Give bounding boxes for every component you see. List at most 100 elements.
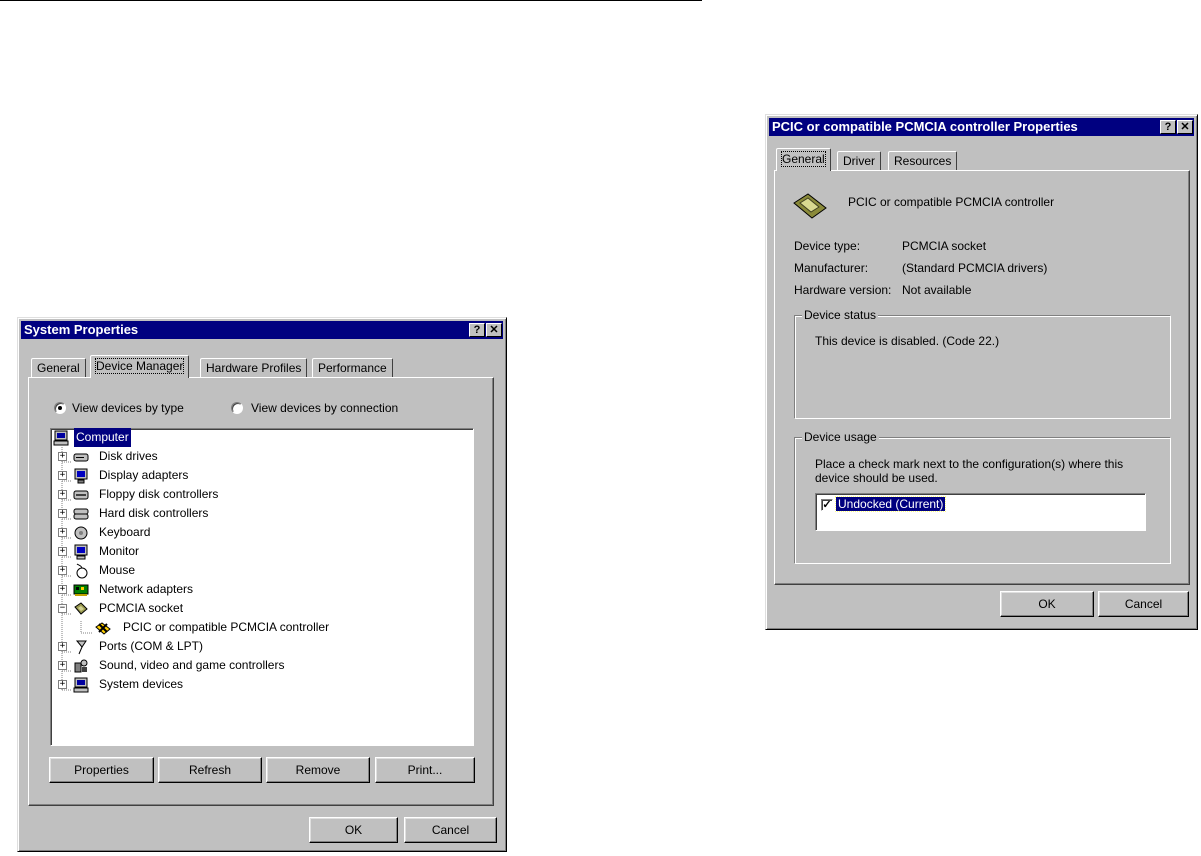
top-rule bbox=[0, 0, 702, 1]
device-usage-title: Device usage bbox=[802, 430, 879, 444]
expand-icon[interactable]: + bbox=[58, 471, 67, 480]
close-button[interactable]: ✕ bbox=[1177, 120, 1193, 134]
tree-item-ports[interactable]: + Ports (COM & LPT) bbox=[51, 637, 451, 656]
expand-icon[interactable]: + bbox=[58, 585, 67, 594]
manufacturer-value: (Standard PCMCIA drivers) bbox=[902, 261, 1048, 275]
device-status-title: Device status bbox=[802, 308, 879, 322]
manufacturer-label: Manufacturer: bbox=[794, 261, 869, 275]
tree-item-label: Disk drives bbox=[99, 449, 158, 463]
expand-icon[interactable]: + bbox=[58, 642, 67, 651]
pcic-properties-dialog: PCIC or compatible PCMCIA controller Pro… bbox=[765, 114, 1198, 630]
device-usage-group: Device usage Place a check mark next to … bbox=[794, 430, 1171, 564]
network-adapter-icon bbox=[73, 584, 89, 596]
tree-item-network-adapters[interactable]: + Network adapters bbox=[51, 580, 451, 599]
tree-item-label: Sound, video and game controllers bbox=[99, 658, 285, 672]
expand-icon[interactable]: + bbox=[58, 528, 67, 537]
help-button[interactable]: ? bbox=[469, 323, 485, 337]
tree-item-hard-disk-controllers[interactable]: + Hard disk controllers bbox=[51, 504, 451, 523]
tree-item-label: Keyboard bbox=[99, 525, 151, 539]
device-tree[interactable]: Computer + Disk drives + Display adapter… bbox=[50, 428, 474, 746]
tree-item-mouse[interactable]: + Mouse bbox=[51, 561, 451, 580]
tree-item-label: Hard disk controllers bbox=[99, 506, 209, 520]
close-button[interactable]: ✕ bbox=[486, 323, 502, 337]
tree-item-label: PCIC or compatible PCMCIA controller bbox=[123, 620, 330, 634]
view-by-type-label[interactable]: View devices by type bbox=[72, 401, 184, 415]
expand-icon[interactable]: + bbox=[58, 566, 67, 575]
tree-item-label: PCMCIA socket bbox=[99, 601, 184, 615]
dialog-title: System Properties bbox=[24, 322, 139, 337]
collapse-icon[interactable]: − bbox=[58, 604, 67, 613]
tree-item-floppy-controllers[interactable]: + Floppy disk controllers bbox=[51, 485, 451, 504]
tree-item-pcmcia-socket[interactable]: − PCMCIA socket bbox=[51, 599, 451, 618]
view-by-connection-radio[interactable] bbox=[231, 402, 243, 414]
system-properties-dialog: System Properties ? ✕ General Device Man… bbox=[17, 317, 507, 852]
tab-general[interactable]: General bbox=[31, 358, 86, 378]
tree-item-pcic-controller[interactable]: PCIC or compatible PCMCIA controller bbox=[51, 618, 471, 637]
tree-item-label: Network adapters bbox=[99, 582, 194, 596]
undocked-checkbox[interactable]: ✓ bbox=[821, 499, 833, 511]
monitor-icon bbox=[74, 544, 88, 560]
pcmcia-card-icon bbox=[793, 193, 827, 219]
computer-icon bbox=[53, 430, 69, 446]
disk-drive-icon bbox=[73, 453, 89, 462]
cancel-button[interactable]: Cancel bbox=[404, 817, 497, 843]
device-status-text: This device is disabled. (Code 22.) bbox=[815, 334, 1000, 348]
tab-resources[interactable]: Resources bbox=[888, 151, 958, 171]
display-adapter-icon bbox=[74, 468, 88, 484]
refresh-button[interactable]: Refresh bbox=[158, 757, 262, 783]
expand-icon[interactable]: + bbox=[58, 661, 67, 670]
expand-icon[interactable]: + bbox=[58, 509, 67, 518]
device-usage-text-1: Place a check mark next to the configura… bbox=[815, 457, 1124, 471]
tab-device-manager[interactable]: Device Manager bbox=[90, 355, 190, 378]
device-type-value: PCMCIA socket bbox=[902, 239, 987, 253]
keyboard-icon bbox=[74, 526, 88, 540]
hardware-version-label: Hardware version: bbox=[794, 283, 892, 297]
expand-icon[interactable]: + bbox=[58, 452, 67, 461]
sound-icon bbox=[74, 659, 88, 673]
print-button[interactable]: Print... bbox=[375, 757, 475, 783]
expand-icon[interactable]: + bbox=[58, 490, 67, 499]
disabled-device-icon bbox=[95, 622, 111, 635]
pcmcia-socket-icon bbox=[74, 602, 88, 615]
config-item-label[interactable]: Undocked (Current) bbox=[834, 496, 947, 512]
ok-button[interactable]: OK bbox=[1000, 591, 1094, 617]
system-properties-titlebar[interactable]: System Properties ? ✕ bbox=[21, 321, 503, 339]
mouse-icon bbox=[76, 563, 88, 579]
remove-button[interactable]: Remove bbox=[266, 757, 370, 783]
tab-driver[interactable]: Driver bbox=[837, 151, 881, 171]
ports-icon bbox=[75, 640, 87, 655]
cancel-button[interactable]: Cancel bbox=[1098, 591, 1189, 617]
hard-disk-controller-icon bbox=[73, 508, 89, 520]
pcic-properties-titlebar[interactable]: PCIC or compatible PCMCIA controller Pro… bbox=[769, 118, 1194, 136]
tree-item-monitor[interactable]: + Monitor bbox=[51, 542, 451, 561]
tab-general[interactable]: General bbox=[776, 148, 831, 171]
tree-item-label: Mouse bbox=[99, 563, 136, 577]
ok-button[interactable]: OK bbox=[309, 817, 398, 843]
tree-item-display-adapters[interactable]: + Display adapters bbox=[51, 466, 451, 485]
hardware-version-value: Not available bbox=[902, 283, 972, 297]
tree-item-label: Computer bbox=[74, 428, 131, 447]
tab-hardware-profiles[interactable]: Hardware Profiles bbox=[200, 358, 308, 378]
properties-button[interactable]: Properties bbox=[49, 757, 154, 783]
tab-performance[interactable]: Performance bbox=[312, 358, 393, 378]
tree-item-keyboard[interactable]: + Keyboard bbox=[51, 523, 451, 542]
dialog-title: PCIC or compatible PCMCIA controller Pro… bbox=[772, 119, 1078, 134]
expand-icon[interactable]: + bbox=[58, 680, 67, 689]
device-usage-text-2: device should be used. bbox=[815, 471, 938, 485]
device-name: PCIC or compatible PCMCIA controller bbox=[848, 195, 1055, 209]
tree-item-label: System devices bbox=[99, 677, 184, 691]
tree-item-label: Monitor bbox=[99, 544, 140, 558]
view-by-type-radio[interactable] bbox=[54, 402, 66, 414]
device-type-label: Device type: bbox=[794, 239, 861, 253]
tree-item-label: Display adapters bbox=[99, 468, 189, 482]
tree-item-sound-video[interactable]: + Sound, video and game controllers bbox=[51, 656, 451, 675]
expand-icon[interactable]: + bbox=[58, 547, 67, 556]
help-button[interactable]: ? bbox=[1160, 120, 1176, 134]
tree-item-label: Floppy disk controllers bbox=[99, 487, 219, 501]
floppy-controller-icon bbox=[73, 490, 89, 500]
configuration-list[interactable]: ✓ Undocked (Current) bbox=[815, 493, 1146, 531]
tree-item-label: Ports (COM & LPT) bbox=[99, 639, 204, 653]
tree-item-system-devices[interactable]: + System devices bbox=[51, 675, 451, 694]
tree-item-disk-drives[interactable]: + Disk drives bbox=[51, 447, 451, 466]
view-by-connection-label[interactable]: View devices by connection bbox=[251, 401, 398, 415]
